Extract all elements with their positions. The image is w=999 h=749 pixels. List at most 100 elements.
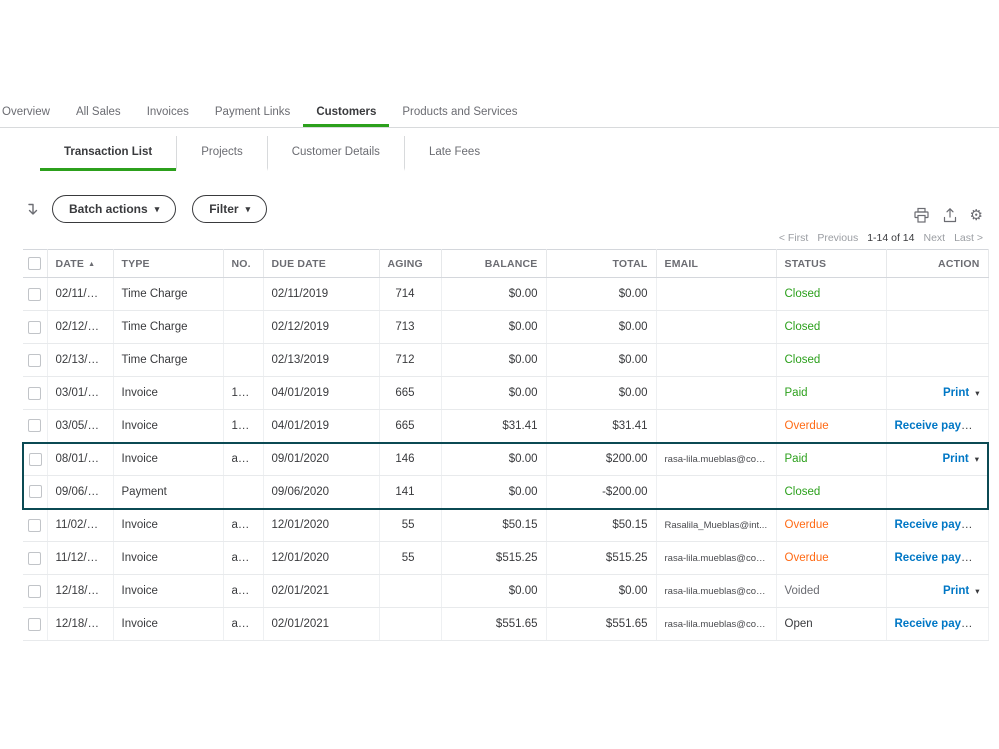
cell-email: Rasalila_Mueblas@int... (656, 508, 777, 542)
table-row[interactable]: 03/05/2019 Invoice 12854 04/01/2019 665 … (23, 409, 989, 443)
cell-date: 11/12/2020 (47, 541, 114, 575)
column-header-due-date[interactable]: DUE DATE (263, 249, 380, 278)
cell-email: rasa-lila.mueblas@con... (656, 574, 777, 608)
sort-ascending-icon: ▲ (88, 260, 96, 268)
cell-balance: $0.00 (441, 574, 547, 608)
row-checkbox[interactable] (28, 518, 42, 532)
cell-total: $551.65 (546, 607, 657, 641)
column-header-balance[interactable]: BALANCE (441, 249, 547, 278)
tab-customers[interactable]: Customers (303, 100, 390, 127)
table-row[interactable]: 12/18/2020 Invoice abc93 02/01/2021 $0.0… (23, 574, 989, 608)
table-row[interactable]: 12/18/2020 Invoice abc94 02/01/2021 $551… (23, 607, 989, 641)
row-checkbox[interactable] (28, 386, 42, 400)
column-header-status[interactable]: STATUS (776, 249, 887, 278)
row-action-link[interactable]: Receive payment (895, 420, 988, 432)
chevron-down-icon[interactable]: ▾ (975, 454, 979, 464)
cell-total: $0.00 (546, 277, 657, 311)
cell-total: $0.00 (546, 574, 657, 608)
tab-all-sales[interactable]: All Sales (63, 100, 134, 127)
cell-aging: 665 (379, 409, 442, 443)
table-row[interactable]: 08/01/2020 Invoice abc1... 09/01/2020 14… (22, 441, 989, 476)
table-row[interactable]: 11/12/2020 Invoice abc85 12/01/2020 55 $… (23, 541, 989, 575)
table-tools: ⚙ (913, 207, 983, 224)
select-all-checkbox[interactable] (28, 257, 42, 270)
row-checkbox[interactable] (28, 419, 42, 433)
export-icon[interactable] (942, 207, 958, 224)
sort-direction-icon[interactable] (24, 201, 40, 218)
table-row[interactable]: 03/01/2019 Invoice 12848 04/01/2019 665 … (23, 376, 989, 410)
pagination: < First Previous 1-14 of 14 Next Last > (779, 232, 983, 244)
row-checkbox[interactable] (28, 551, 42, 565)
cell-aging (379, 574, 442, 608)
column-header-email[interactable]: EMAIL (656, 249, 777, 278)
row-checkbox[interactable] (28, 485, 42, 499)
pagination-next[interactable]: Next (924, 232, 946, 244)
column-header-aging[interactable]: AGING (379, 249, 442, 278)
status-badge: Closed (784, 354, 821, 366)
subtab-transaction-list[interactable]: Transaction List (40, 136, 177, 171)
cell-balance: $0.00 (441, 310, 547, 344)
cell-balance: $50.15 (441, 508, 547, 542)
cell-no (223, 343, 264, 377)
printer-icon[interactable] (913, 207, 930, 224)
cell-balance: $0.00 (441, 376, 547, 410)
row-checkbox[interactable] (28, 452, 42, 466)
cell-no: abc93 (223, 574, 264, 608)
cell-due-date: 02/01/2021 (263, 574, 380, 608)
status-badge: Open (784, 618, 813, 630)
cell-no: 12854 (223, 409, 264, 443)
table-row[interactable]: 11/02/2020 Invoice abc80 12/01/2020 55 $… (23, 508, 989, 542)
row-checkbox[interactable] (28, 320, 42, 334)
transaction-table: DATE ▲ TYPE NO. DUE DATE AGING BALANCE TO… (22, 249, 989, 641)
cell-date: 03/05/2019 (47, 409, 114, 443)
cell-date: 09/06/2020 (47, 475, 114, 510)
table-row[interactable]: 09/06/2020 Payment 09/06/2020 141 $0.00 … (22, 475, 989, 510)
row-checkbox[interactable] (28, 617, 42, 631)
column-header-total[interactable]: TOTAL (546, 249, 657, 278)
tab-payment-links[interactable]: Payment Links (202, 100, 303, 127)
tab-products-and-services[interactable]: Products and Services (389, 100, 530, 127)
column-header-no[interactable]: NO. (223, 249, 264, 278)
batch-actions-button[interactable]: Batch actions ▾ (52, 195, 177, 223)
table-row[interactable]: 02/11/2019 Time Charge 02/11/2019 714 $0… (23, 277, 989, 311)
toolbar: Batch actions ▾ Filter ▾ (24, 195, 283, 223)
cell-date: 02/13/2019 (47, 343, 114, 377)
row-action-link[interactable]: Print (943, 585, 969, 597)
table-row[interactable]: 02/12/2019 Time Charge 02/12/2019 713 $0… (23, 310, 989, 344)
tab-invoices[interactable]: Invoices (134, 100, 202, 127)
row-checkbox[interactable] (28, 584, 42, 598)
cell-due-date: 02/11/2019 (263, 277, 380, 311)
cell-balance: $0.00 (441, 441, 547, 476)
filter-label: Filter (209, 202, 239, 216)
subtab-late-fees[interactable]: Late Fees (403, 136, 504, 171)
row-action-link[interactable]: Receive payment (895, 552, 988, 564)
chevron-down-icon[interactable]: ▾ (975, 586, 979, 596)
gear-icon[interactable]: ⚙ (970, 208, 983, 223)
pagination-last[interactable]: Last > (954, 232, 983, 244)
status-badge: Overdue (784, 552, 829, 564)
column-header-type[interactable]: TYPE (113, 249, 224, 278)
column-header-date[interactable]: DATE ▲ (47, 249, 114, 278)
cell-type: Payment (113, 475, 224, 510)
subtab-projects[interactable]: Projects (176, 136, 267, 171)
tab-overview[interactable]: Overview (0, 100, 63, 127)
status-badge: Overdue (784, 419, 829, 432)
table-row[interactable]: 02/13/2019 Time Charge 02/13/2019 712 $0… (23, 343, 989, 377)
filter-button[interactable]: Filter ▾ (192, 195, 268, 223)
chevron-down-icon[interactable]: ▾ (975, 388, 979, 398)
status-badge: Closed (784, 288, 821, 300)
row-action-link[interactable]: Receive payment (895, 519, 988, 531)
cell-balance: $551.65 (441, 607, 547, 641)
cell-aging: 712 (379, 343, 442, 377)
row-checkbox[interactable] (28, 353, 42, 367)
subtab-customer-details[interactable]: Customer Details (266, 136, 404, 171)
row-action-link[interactable]: Print (943, 387, 969, 399)
cell-due-date: 09/01/2020 (263, 441, 380, 476)
cell-date: 03/01/2019 (47, 376, 114, 410)
row-action-link[interactable]: Receive payment (895, 618, 988, 630)
cell-due-date: 04/01/2019 (263, 409, 380, 443)
pagination-first[interactable]: < First (779, 232, 808, 244)
row-checkbox[interactable] (28, 287, 42, 301)
row-action-link[interactable]: Print (943, 453, 969, 465)
pagination-previous[interactable]: Previous (817, 232, 858, 244)
